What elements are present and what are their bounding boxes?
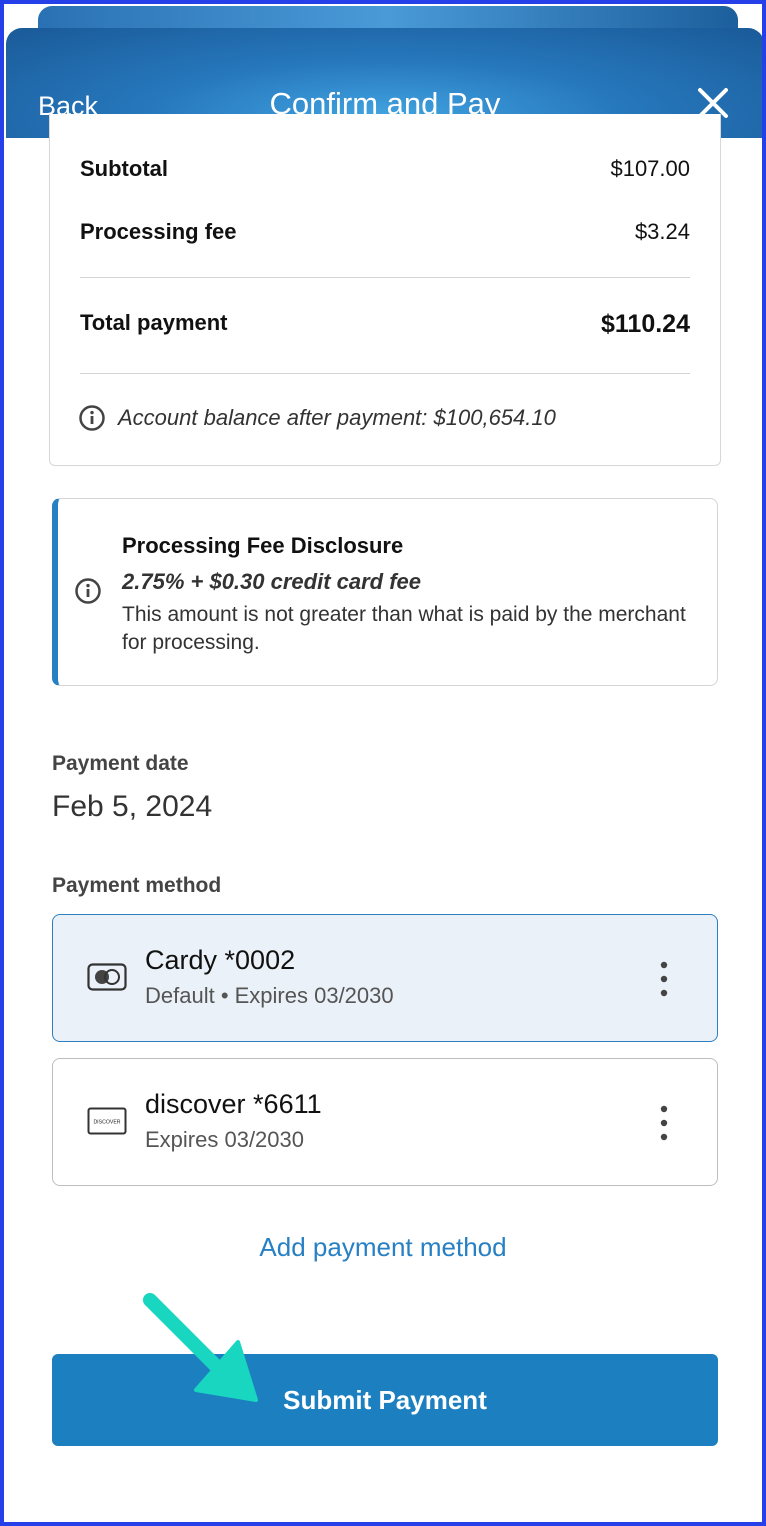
fee-disclosure-card: Processing Fee Disclosure 2.75% + $0.30 … xyxy=(52,498,718,686)
discover-card-icon: DISCOVER xyxy=(87,1107,127,1135)
balance-text: Account balance after payment: $100,654.… xyxy=(118,405,556,430)
payment-date-label: Payment date xyxy=(52,752,189,775)
payment-method-option[interactable]: DISCOVER discover *6611 Expires 03/2030 xyxy=(52,1058,718,1186)
disclosure-title: Processing Fee Disclosure xyxy=(122,533,404,558)
screen: Back Confirm and Pay Subtotal $107.00 Pr… xyxy=(4,4,762,1522)
more-options-icon[interactable] xyxy=(657,1103,671,1143)
payment-date-value: Feb 5, 2024 xyxy=(52,790,213,823)
card-toggle-icon xyxy=(87,963,127,991)
method-name: discover *6611 xyxy=(145,1089,322,1119)
add-payment-method-link[interactable]: Add payment method xyxy=(4,1232,762,1263)
subtotal-value: $107.00 xyxy=(610,156,690,181)
submit-payment-label: Submit Payment xyxy=(283,1384,487,1415)
method-details: Default • Expires 03/2030 xyxy=(145,983,394,1008)
total-label: Total payment xyxy=(80,310,228,335)
more-options-icon[interactable] xyxy=(657,959,671,999)
subtotal-row: Subtotal $107.00 xyxy=(80,156,690,182)
method-name: Cardy *0002 xyxy=(145,945,296,975)
info-icon xyxy=(75,578,101,604)
method-details: Expires 03/2030 xyxy=(145,1127,304,1152)
total-row: Total payment $110.24 xyxy=(80,310,690,339)
total-value: $110.24 xyxy=(601,310,690,338)
payment-method-option[interactable]: Cardy *0002 Default • Expires 03/2030 xyxy=(52,914,718,1042)
processing-fee-row: Processing fee $3.24 xyxy=(80,219,690,245)
info-icon xyxy=(79,405,105,431)
divider xyxy=(80,373,690,374)
svg-text:DISCOVER: DISCOVER xyxy=(93,1120,120,1126)
payment-method-label: Payment method xyxy=(52,874,222,897)
annotation-arrow-icon xyxy=(143,1293,258,1402)
disclosure-body: This amount is not greater than what is … xyxy=(122,603,686,654)
processing-fee-label: Processing fee xyxy=(80,219,237,244)
divider xyxy=(80,277,690,278)
subtotal-label: Subtotal xyxy=(80,156,168,181)
balance-note: Account balance after payment: $100,654.… xyxy=(78,404,556,432)
disclosure-fee: 2.75% + $0.30 credit card fee xyxy=(122,569,422,594)
processing-fee-value: $3.24 xyxy=(634,219,690,244)
